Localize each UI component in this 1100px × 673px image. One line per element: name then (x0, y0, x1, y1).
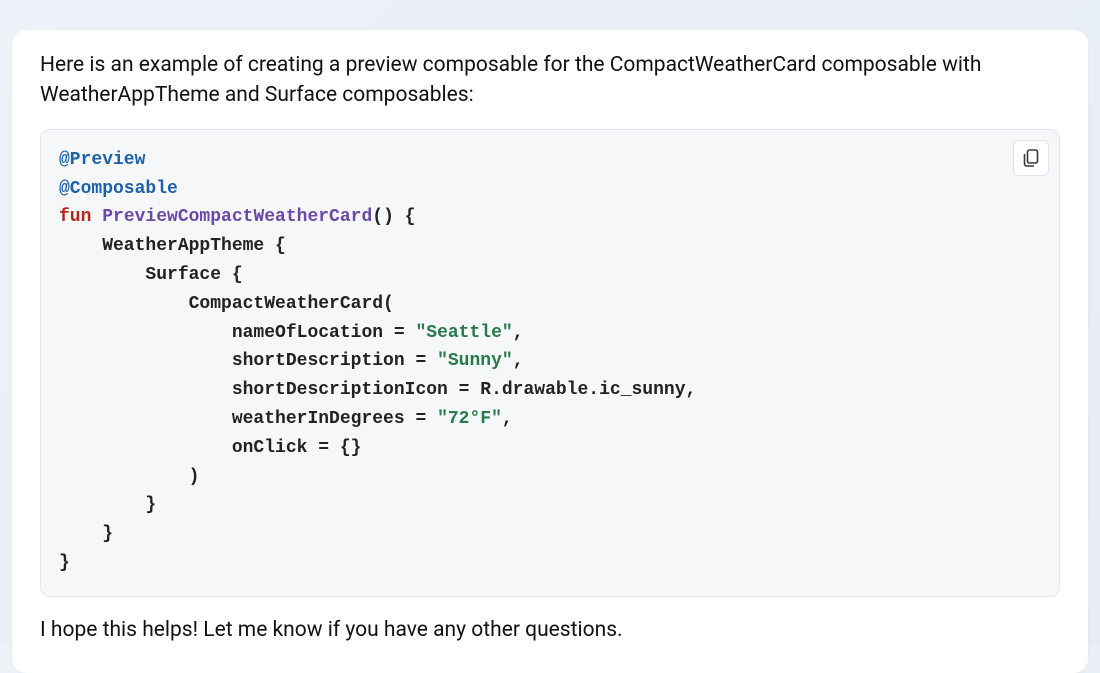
code-token: WeatherAppTheme { (59, 236, 286, 256)
code-token: () { (372, 207, 415, 227)
code-token: weatherInDegrees = (59, 409, 437, 429)
code-content: @Preview @Composable fun PreviewCompactW… (59, 146, 1041, 578)
code-token-keyword: fun (59, 207, 91, 227)
code-token: nameOfLocation = (59, 323, 415, 343)
code-token-function: PreviewCompactWeatherCard (102, 207, 372, 227)
code-token: Surface { (59, 265, 243, 285)
code-token-annotation: @Preview (59, 150, 145, 170)
code-token: , (513, 351, 524, 371)
code-token-string: "72°F" (437, 409, 502, 429)
code-token: , (513, 323, 524, 343)
code-block: @Preview @Composable fun PreviewCompactW… (40, 129, 1060, 597)
copy-button[interactable] (1013, 140, 1049, 176)
copy-icon (1023, 149, 1039, 167)
code-token: onClick = {} (59, 438, 361, 458)
code-token: } (59, 524, 113, 544)
code-token: CompactWeatherCard( (59, 294, 394, 314)
code-token: } (59, 553, 70, 573)
code-token: shortDescriptionIcon = R.drawable.ic_sun… (59, 380, 696, 400)
code-token-string: "Seattle" (415, 323, 512, 343)
code-token-annotation: @Composable (59, 179, 178, 199)
intro-text: Here is an example of creating a preview… (40, 50, 1060, 111)
code-token: } (59, 495, 156, 515)
code-token: ) (59, 467, 199, 487)
code-token-string: "Sunny" (437, 351, 513, 371)
code-token: shortDescription = (59, 351, 437, 371)
message-card: Here is an example of creating a preview… (12, 30, 1088, 673)
code-token: , (502, 409, 513, 429)
outro-text: I hope this helps! Let me know if you ha… (40, 615, 1060, 645)
